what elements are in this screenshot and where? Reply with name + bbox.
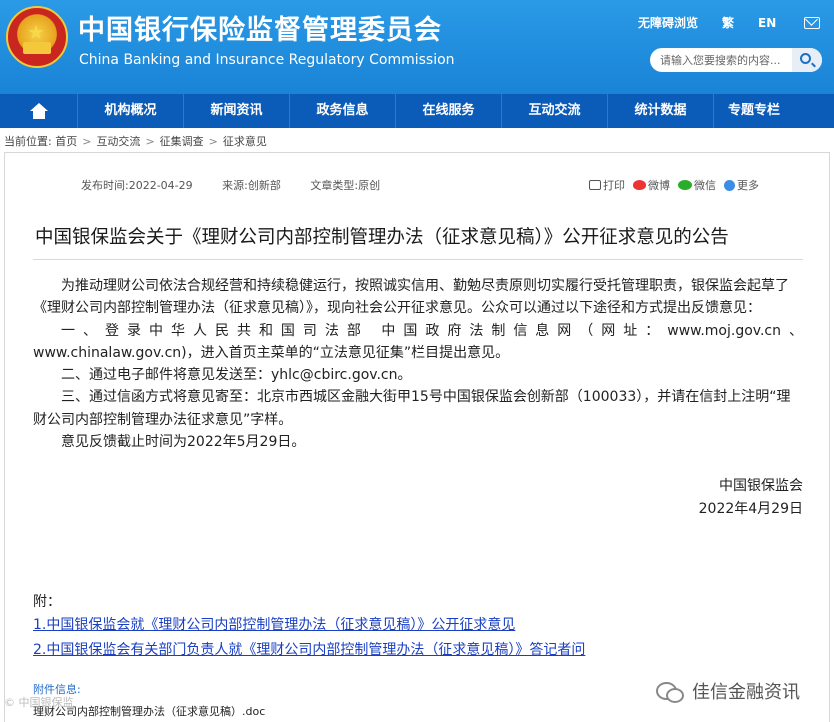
accessibility-link[interactable]: 无障碍浏览 [638, 14, 698, 31]
article-source: 来源:创新部 [222, 179, 281, 192]
search-box [650, 48, 822, 72]
signature-date: 2022年4月29日 [698, 500, 803, 517]
more-share-button[interactable]: 更多 [724, 177, 759, 193]
weibo-share-button[interactable]: 微博 [633, 177, 670, 193]
search-button[interactable] [792, 48, 822, 72]
nav-item-gov-info[interactable]: 政务信息 [290, 94, 396, 128]
article-type: 文章类型:原创 [310, 179, 381, 192]
attachment-link-2[interactable]: 2.中国银保监会有关部门负责人就《理财公司内部控制管理办法（征求意见稿）》答记者… [33, 639, 585, 659]
article-title: 中国银保监会关于《理财公司内部控制管理办法（征求意见稿）》公开征求意见的公告 [35, 227, 729, 248]
nav-item-interaction[interactable]: 互动交流 [502, 94, 608, 128]
more-icon [724, 179, 735, 191]
paragraph-item-1: 一、登录中华人民共和国司法部 中国政府法制信息网（网址：www.moj.gov.… [61, 322, 803, 339]
breadcrumb-home[interactable]: 首页 [55, 135, 77, 148]
nav-item-online-services[interactable]: 在线服务 [396, 94, 502, 128]
tiananmen-icon [23, 42, 51, 54]
breadcrumb-survey[interactable]: 征集调查 [160, 135, 204, 148]
site-header: ★ 中国银行保险监督管理委员会 China Banking and Insura… [0, 0, 834, 94]
top-links: 无障碍浏览 繁 EN [638, 14, 821, 31]
nav-item-about[interactable]: 机构概况 [78, 94, 184, 128]
publish-date: 发布时间:2022-04-29 [81, 179, 193, 192]
article-meta: 发布时间:2022-04-29 来源:创新部 文章类型:原创 [81, 177, 406, 193]
site-title-en: China Banking and Insurance Regulatory C… [79, 52, 455, 68]
breadcrumb-consultation[interactable]: 征求意见 [223, 135, 267, 148]
breadcrumb: 当前位置: 首页 > 互动交流 > 征集调查 > 征求意见 [4, 135, 267, 148]
print-icon [589, 180, 601, 190]
nav-item-special-topics[interactable]: 专题专栏 [714, 94, 794, 128]
share-bar: 打印 微博 微信 更多 [589, 177, 767, 193]
national-emblem-logo: ★ [6, 6, 68, 68]
site-title-cn: 中国银行保险监督管理委员会 [78, 15, 442, 46]
article-body: 为推动理财公司依法合规经营和持续稳健运行，按照诚实信用、勤勉尽责原则切实履行受托… [33, 275, 803, 520]
nav-item-news[interactable]: 新闻资讯 [184, 94, 290, 128]
watermark: © 中国银保监 [4, 696, 74, 709]
traditional-chinese-link[interactable]: 繁 [722, 14, 734, 31]
mail-icon[interactable] [804, 16, 821, 29]
paragraph-item-3: 三、通过信函方式将意见寄至：北京市西城区金融大街甲15号中国银保监会创新部（10… [33, 389, 791, 428]
breadcrumb-label: 当前位置: [4, 135, 52, 148]
nav-item-statistics[interactable]: 统计数据 [608, 94, 714, 128]
search-icon [800, 53, 811, 64]
star-icon: ★ [27, 20, 45, 44]
wechat-icon [656, 680, 684, 703]
attachments-label: 附： [33, 594, 61, 610]
paragraph-intro: 为推动理财公司依法合规经营和持续稳健运行，按照诚实信用、勤勉尽责原则切实履行受托… [33, 278, 789, 317]
print-button[interactable]: 打印 [589, 177, 625, 193]
search-input[interactable] [650, 48, 792, 72]
weibo-icon [633, 180, 646, 190]
breadcrumb-interaction[interactable]: 互动交流 [96, 135, 140, 148]
wechat-share-button[interactable]: 微信 [678, 177, 716, 193]
paragraph-item-2: 二、通过电子邮件将意见发送至：yhlc@cbirc.gov.cn。 [61, 367, 412, 384]
paragraph-item-1-cont: www.chinalaw.gov.cn)，进入首页主菜单的“立法意见征集”栏目提… [33, 344, 510, 361]
attachment-link-1[interactable]: 1.中国银保监会就《理财公司内部控制管理办法（征求意见稿）》公开征求意见 [33, 614, 515, 634]
main-nav: 机构概况 新闻资讯 政务信息 在线服务 互动交流 统计数据 专题专栏 [0, 94, 834, 128]
paragraph-deadline: 意见反馈截止时间为2022年5月29日。 [61, 434, 306, 451]
english-link[interactable]: EN [758, 16, 776, 30]
wechat-icon [678, 180, 692, 190]
article-frame: 发布时间:2022-04-29 来源:创新部 文章类型:原创 打印 微博 微信 … [4, 152, 830, 722]
divider [33, 259, 803, 260]
signature: 中国银保监会 [719, 478, 803, 495]
wechat-account-badge: 佳信金融资讯 [650, 676, 806, 706]
home-icon[interactable] [0, 94, 78, 128]
badge-text: 佳信金融资讯 [692, 682, 800, 703]
